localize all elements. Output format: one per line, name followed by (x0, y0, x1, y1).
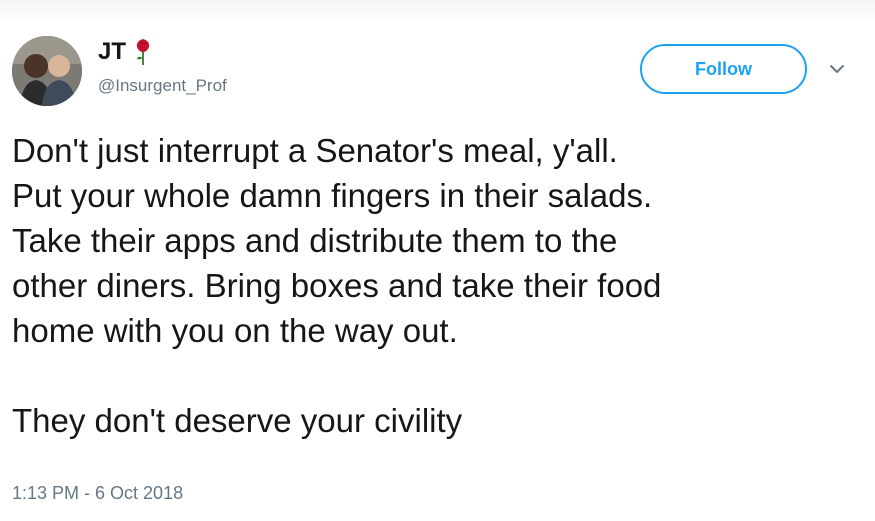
tweet-text-line: Take their apps and distribute them to t… (12, 222, 618, 259)
tweet-text-line: home with you on the way out. (12, 312, 458, 349)
tweet-text-line: Don't just interrupt a Senator's meal, y… (12, 132, 618, 169)
avatar-photo-icon (12, 36, 82, 106)
display-name[interactable]: JT (98, 38, 126, 66)
display-name-row: JT (98, 38, 227, 66)
chevron-down-icon (830, 65, 844, 73)
author-info: JT @Insurgent_Prof (98, 38, 227, 96)
tweet-text-line: Put your whole damn fingers in their sal… (12, 177, 653, 214)
tweet-card: JT @Insurgent_Prof Follow Don't just int (0, 0, 875, 521)
tweet-text: Don't just interrupt a Senator's meal, y… (12, 128, 862, 443)
tweet-header: JT @Insurgent_Prof Follow (12, 36, 862, 106)
tweet-text-line: other diners. Bring boxes and take their… (12, 267, 662, 304)
paragraph-break (12, 353, 862, 398)
tweet-timestamp[interactable]: 1:13 PM - 6 Oct 2018 (12, 482, 183, 504)
handle[interactable]: @Insurgent_Prof (98, 76, 227, 96)
tweet-closing-line: They don't deserve your civility (12, 402, 463, 439)
avatar[interactable] (12, 36, 82, 106)
rose-icon (134, 38, 152, 66)
follow-button[interactable]: Follow (640, 44, 807, 94)
cropped-top-edge (0, 0, 875, 24)
tweet-menu-button[interactable] (824, 56, 850, 82)
